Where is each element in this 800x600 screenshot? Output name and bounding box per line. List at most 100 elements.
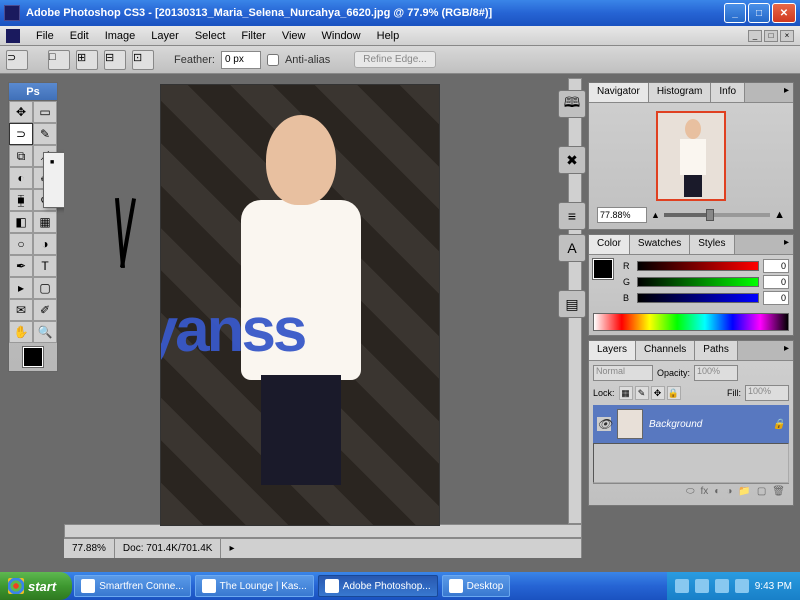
history-dock-icon[interactable]: 🕮 bbox=[558, 90, 586, 118]
tab-histogram[interactable]: Histogram bbox=[649, 83, 712, 102]
group-icon[interactable]: 📁 bbox=[738, 486, 750, 499]
clock[interactable]: 9:43 PM bbox=[755, 581, 792, 592]
tab-swatches[interactable]: Swatches bbox=[630, 235, 690, 254]
layer-mask-icon[interactable]: ◐ bbox=[714, 486, 720, 499]
lasso-tool[interactable]: ⊃ bbox=[9, 123, 33, 145]
navigator-zoom-input[interactable] bbox=[597, 207, 647, 223]
panel-menu-icon[interactable]: ▸ bbox=[780, 341, 793, 360]
taskbar-item[interactable]: The Lounge | Kas... bbox=[195, 575, 314, 597]
doc-close-button[interactable]: × bbox=[780, 30, 794, 42]
maximize-button[interactable]: □ bbox=[748, 3, 770, 23]
close-button[interactable]: ✕ bbox=[772, 3, 796, 23]
horizontal-scrollbar[interactable] bbox=[64, 524, 582, 538]
gradient-tool[interactable]: ▦ bbox=[33, 211, 57, 233]
layer-comps-dock-icon[interactable]: ▤ bbox=[558, 290, 586, 318]
healing-brush-tool[interactable]: ◐ bbox=[9, 167, 33, 189]
tab-paths[interactable]: Paths bbox=[695, 341, 738, 360]
foreground-color-swatch[interactable] bbox=[23, 347, 43, 367]
g-value-input[interactable] bbox=[763, 275, 789, 289]
stamp-tool[interactable]: ⧯ bbox=[9, 189, 33, 211]
r-value-input[interactable] bbox=[763, 259, 789, 273]
doc-minimize-button[interactable]: _ bbox=[748, 30, 762, 42]
tray-icon[interactable] bbox=[735, 579, 749, 593]
zoom-out-icon[interactable]: ▲ bbox=[651, 210, 660, 220]
marquee-tool[interactable]: ▭ bbox=[33, 101, 57, 123]
delete-layer-icon[interactable]: 🗑 bbox=[772, 486, 785, 499]
intersect-selection-button[interactable]: ⊡ bbox=[132, 50, 154, 70]
doc-restore-button[interactable]: □ bbox=[764, 30, 778, 42]
status-arrow[interactable]: ▸ bbox=[221, 539, 582, 558]
refine-edge-button[interactable]: Refine Edge... bbox=[354, 51, 435, 68]
adjustment-layer-icon[interactable]: ◑ bbox=[726, 486, 732, 499]
add-selection-button[interactable]: ⊞ bbox=[76, 50, 98, 70]
tab-color[interactable]: Color bbox=[589, 235, 630, 254]
r-slider[interactable] bbox=[637, 261, 759, 271]
brushes-dock-icon[interactable]: ≡ bbox=[558, 202, 586, 230]
zoom-tool[interactable]: 🔍 bbox=[33, 321, 57, 343]
menu-view[interactable]: View bbox=[274, 28, 314, 44]
shape-tool[interactable]: ▢ bbox=[33, 277, 57, 299]
path-select-tool[interactable]: ▸ bbox=[9, 277, 33, 299]
new-layer-icon[interactable]: ▢ bbox=[757, 486, 766, 499]
color-swatch[interactable] bbox=[593, 259, 613, 279]
g-slider[interactable] bbox=[637, 277, 759, 287]
lasso-tool-preset[interactable]: ⊃ bbox=[6, 50, 28, 70]
taskbar-item[interactable]: Smartfren Conne... bbox=[74, 575, 190, 597]
crop-tool[interactable]: ⧉ bbox=[9, 145, 33, 167]
notes-tool[interactable]: ✉ bbox=[9, 299, 33, 321]
lock-position-icon[interactable]: ✥ bbox=[651, 386, 665, 400]
tab-info[interactable]: Info bbox=[711, 83, 745, 102]
tool-presets-dock-icon[interactable]: ✖ bbox=[558, 146, 586, 174]
new-selection-button[interactable]: □ bbox=[48, 50, 70, 70]
character-dock-icon[interactable]: A bbox=[558, 234, 586, 262]
antialias-checkbox[interactable] bbox=[267, 54, 279, 66]
blend-mode-select[interactable]: Normal bbox=[593, 365, 653, 381]
lock-pixels-icon[interactable]: ✎ bbox=[635, 386, 649, 400]
start-button[interactable]: start bbox=[0, 572, 72, 600]
layer-background[interactable]: 👁 Background 🔒 bbox=[593, 405, 789, 443]
visibility-eye-icon[interactable]: 👁 bbox=[597, 417, 611, 431]
zoom-in-icon[interactable]: ▲ bbox=[774, 209, 785, 221]
type-tool[interactable]: T bbox=[33, 255, 57, 277]
dodge-tool[interactable]: ◑ bbox=[33, 233, 57, 255]
hand-tool[interactable]: ✋ bbox=[9, 321, 33, 343]
minimize-button[interactable]: _ bbox=[724, 3, 746, 23]
feather-input[interactable] bbox=[221, 51, 261, 69]
menu-layer[interactable]: Layer bbox=[143, 28, 187, 44]
zoom-display[interactable]: 77.88% bbox=[64, 539, 115, 558]
fill-input[interactable]: 100% bbox=[745, 385, 789, 401]
move-tool[interactable]: ✥ bbox=[9, 101, 33, 123]
menu-image[interactable]: Image bbox=[97, 28, 144, 44]
subtract-selection-button[interactable]: ⊟ bbox=[104, 50, 126, 70]
tab-styles[interactable]: Styles bbox=[690, 235, 734, 254]
lock-transparency-icon[interactable]: ▦ bbox=[619, 386, 633, 400]
tab-channels[interactable]: Channels bbox=[636, 341, 695, 360]
eyedropper-tool[interactable]: ✐ bbox=[33, 299, 57, 321]
tray-icon[interactable] bbox=[715, 579, 729, 593]
navigator-zoom-slider[interactable] bbox=[664, 213, 770, 217]
navigator-thumbnail[interactable] bbox=[656, 111, 726, 201]
tray-icon[interactable] bbox=[675, 579, 689, 593]
panel-menu-icon[interactable]: ▸ bbox=[780, 83, 793, 102]
tray-icon[interactable] bbox=[695, 579, 709, 593]
layer-fx-icon[interactable]: fx bbox=[701, 486, 709, 499]
eraser-tool[interactable]: ◧ bbox=[9, 211, 33, 233]
b-value-input[interactable] bbox=[763, 291, 789, 305]
taskbar-item[interactable]: Desktop bbox=[442, 575, 511, 597]
taskbar-item-active[interactable]: Adobe Photoshop... bbox=[318, 575, 438, 597]
opacity-input[interactable]: 100% bbox=[694, 365, 738, 381]
menu-file[interactable]: File bbox=[28, 28, 62, 44]
quick-select-tool[interactable]: ✎ bbox=[33, 123, 57, 145]
link-layers-icon[interactable]: ⬭ bbox=[686, 486, 695, 499]
doc-size-display[interactable]: Doc: 701.4K/701.4K bbox=[115, 539, 222, 558]
menu-select[interactable]: Select bbox=[187, 28, 234, 44]
tab-navigator[interactable]: Navigator bbox=[589, 83, 649, 102]
menu-filter[interactable]: Filter bbox=[233, 28, 273, 44]
menu-window[interactable]: Window bbox=[314, 28, 369, 44]
blur-tool[interactable]: ○ bbox=[9, 233, 33, 255]
tab-layers[interactable]: Layers bbox=[589, 341, 636, 360]
menu-help[interactable]: Help bbox=[369, 28, 408, 44]
menu-edit[interactable]: Edit bbox=[62, 28, 97, 44]
panel-menu-icon[interactable]: ▸ bbox=[780, 235, 793, 254]
b-slider[interactable] bbox=[637, 293, 759, 303]
